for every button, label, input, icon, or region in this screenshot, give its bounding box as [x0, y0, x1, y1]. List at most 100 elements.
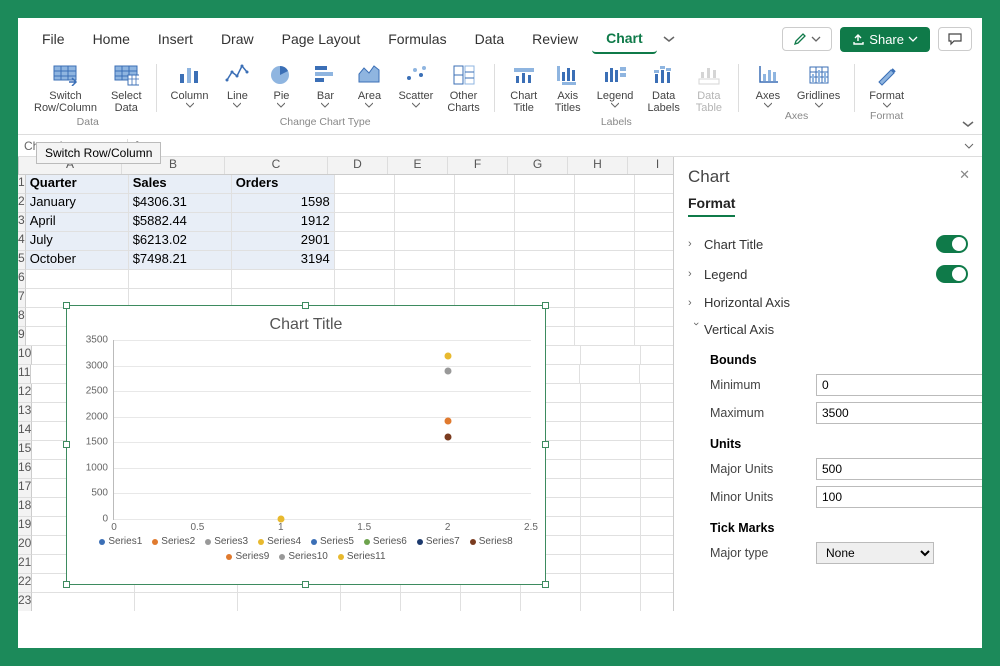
- legend-item[interactable]: Series11: [338, 551, 386, 562]
- cell[interactable]: April: [26, 213, 129, 232]
- scatter-chart-button[interactable]: Scatter: [392, 60, 439, 114]
- legend-item[interactable]: Series3: [205, 536, 248, 547]
- axes-button[interactable]: Axes: [747, 60, 789, 108]
- menu-draw[interactable]: Draw: [207, 25, 268, 53]
- menu-data[interactable]: Data: [461, 25, 519, 53]
- column-header[interactable]: G: [508, 157, 568, 174]
- cell[interactable]: $4306.31: [129, 194, 232, 213]
- row-header[interactable]: 8: [18, 308, 26, 327]
- menu-chart[interactable]: Chart: [592, 24, 657, 54]
- cell[interactable]: [395, 175, 455, 194]
- share-button[interactable]: Share: [840, 27, 930, 52]
- cell[interactable]: Quarter: [26, 175, 129, 194]
- cell[interactable]: [135, 593, 238, 611]
- pie-chart-button[interactable]: Pie: [260, 60, 302, 114]
- cell[interactable]: [335, 175, 395, 194]
- chart-title-button[interactable]: Chart Title: [503, 60, 545, 114]
- cell[interactable]: [515, 232, 575, 251]
- area-chart-button[interactable]: Area: [348, 60, 390, 114]
- cell[interactable]: [455, 213, 515, 232]
- column-header[interactable]: E: [388, 157, 448, 174]
- data-point[interactable]: [444, 367, 451, 374]
- cell[interactable]: [455, 175, 515, 194]
- cell[interactable]: [575, 213, 635, 232]
- column-chart-button[interactable]: Column: [165, 60, 215, 114]
- gridlines-button[interactable]: Gridlines: [791, 60, 846, 108]
- cell[interactable]: [575, 270, 635, 289]
- cell[interactable]: [581, 441, 641, 460]
- cell[interactable]: [521, 593, 581, 611]
- cell[interactable]: [581, 498, 641, 517]
- cell[interactable]: [641, 574, 674, 593]
- cell[interactable]: [641, 498, 674, 517]
- data-point[interactable]: [277, 516, 284, 523]
- cell[interactable]: [238, 593, 341, 611]
- row-header[interactable]: 14: [18, 422, 32, 441]
- cell[interactable]: [641, 555, 674, 574]
- resize-handle[interactable]: [302, 302, 309, 309]
- row-header[interactable]: 7: [18, 289, 26, 308]
- minimum-input[interactable]: [816, 374, 982, 396]
- resize-handle[interactable]: [542, 581, 549, 588]
- menu-file[interactable]: File: [28, 25, 79, 53]
- resize-handle[interactable]: [63, 302, 70, 309]
- cell[interactable]: [129, 270, 232, 289]
- cell[interactable]: [581, 536, 641, 555]
- cell[interactable]: [32, 593, 135, 611]
- other-charts-button[interactable]: Other Charts: [441, 60, 485, 114]
- chart-plot-area[interactable]: 050010001500200025003000350000.511.522.5: [113, 340, 531, 520]
- legend-item[interactable]: Series8: [470, 536, 513, 547]
- cell[interactable]: [641, 460, 674, 479]
- row-header[interactable]: 19: [18, 517, 32, 536]
- column-header[interactable]: I: [628, 157, 674, 174]
- cell[interactable]: $6213.02: [129, 232, 232, 251]
- row-header[interactable]: 21: [18, 555, 32, 574]
- row-header[interactable]: 18: [18, 498, 32, 517]
- axis-titles-button[interactable]: Axis Titles: [547, 60, 589, 114]
- menu-insert[interactable]: Insert: [144, 25, 207, 53]
- cell[interactable]: [575, 251, 635, 270]
- cell[interactable]: [515, 175, 575, 194]
- pane-item-chart-title[interactable]: ›Chart Title: [688, 229, 968, 259]
- editing-mode-button[interactable]: [782, 27, 832, 51]
- cell[interactable]: [581, 422, 641, 441]
- resize-handle[interactable]: [302, 581, 309, 588]
- cell[interactable]: [395, 232, 455, 251]
- cell[interactable]: [641, 536, 674, 555]
- resize-handle[interactable]: [63, 581, 70, 588]
- legend-button[interactable]: Legend: [591, 60, 640, 114]
- pane-tab-format[interactable]: Format: [688, 195, 735, 217]
- resize-handle[interactable]: [63, 441, 70, 448]
- legend-item[interactable]: Series4: [258, 536, 301, 547]
- menu-formulas[interactable]: Formulas: [374, 25, 460, 53]
- cell[interactable]: [575, 232, 635, 251]
- legend-item[interactable]: Series2: [152, 536, 195, 547]
- cell[interactable]: $5882.44: [129, 213, 232, 232]
- toggle-chart-title[interactable]: [936, 235, 968, 253]
- row-header[interactable]: 4: [18, 232, 26, 251]
- cell[interactable]: July: [26, 232, 129, 251]
- cell[interactable]: [515, 194, 575, 213]
- menu-overflow[interactable]: [657, 27, 681, 51]
- major-units-input[interactable]: [816, 458, 982, 480]
- cell[interactable]: [635, 213, 674, 232]
- cell[interactable]: [395, 251, 455, 270]
- row-header[interactable]: 12: [18, 384, 32, 403]
- cell[interactable]: 2901: [232, 232, 335, 251]
- cell[interactable]: [26, 270, 129, 289]
- legend-item[interactable]: Series6: [364, 536, 407, 547]
- cell[interactable]: [515, 251, 575, 270]
- row-header[interactable]: 3: [18, 213, 26, 232]
- data-point[interactable]: [444, 418, 451, 425]
- cell[interactable]: [341, 593, 401, 611]
- cell[interactable]: [575, 175, 635, 194]
- cell[interactable]: [641, 441, 674, 460]
- switch-row-column-button[interactable]: Switch Row/Column: [28, 60, 103, 114]
- cell[interactable]: [455, 232, 515, 251]
- cell[interactable]: [232, 270, 335, 289]
- pane-item-legend[interactable]: ›Legend: [688, 259, 968, 289]
- pane-item-vertical-axis[interactable]: ›Vertical Axis: [688, 316, 968, 343]
- cell[interactable]: [641, 384, 674, 403]
- cell[interactable]: [461, 593, 521, 611]
- cell[interactable]: 1912: [232, 213, 335, 232]
